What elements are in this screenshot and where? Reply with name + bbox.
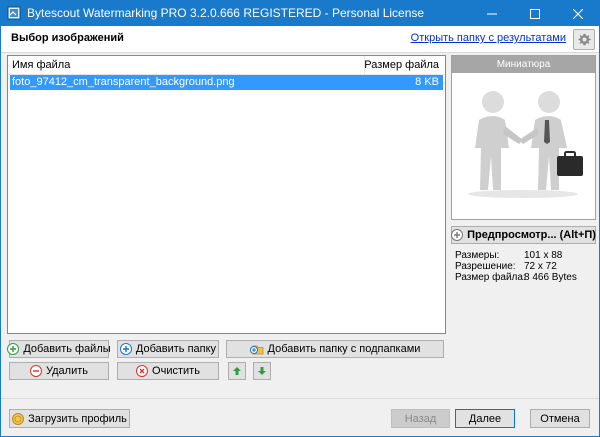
- plus-circle-icon: [119, 343, 132, 355]
- maximize-icon: [530, 8, 540, 19]
- next-button[interactable]: Далее: [455, 409, 515, 428]
- add-folder-label: Добавить папку: [135, 343, 217, 355]
- load-profile-button[interactable]: Загрузить профиль: [9, 409, 130, 428]
- app-window: Bytescout Watermarking PRO 3.2.0.666 REG…: [0, 0, 600, 437]
- property-label: Размеры:: [455, 250, 500, 261]
- table-row[interactable]: foto_97412_cm_transparent_background.png…: [10, 75, 443, 90]
- preview-icon: [451, 229, 464, 241]
- file-name-cell: foto_97412_cm_transparent_background.png: [12, 76, 235, 88]
- clear-label: Очистить: [152, 365, 200, 377]
- property-value: 72 x 72: [524, 261, 557, 272]
- maximize-button[interactable]: [514, 1, 556, 26]
- minus-circle-icon: [30, 365, 42, 377]
- column-header-filename[interactable]: Имя файла: [12, 59, 70, 71]
- watermark-app-icon: [7, 6, 21, 20]
- add-files-label: Добавить файлы: [23, 343, 111, 355]
- thumbnail-panel: Миниатюра: [451, 55, 596, 220]
- close-icon: [573, 8, 583, 19]
- move-down-button[interactable]: [253, 362, 271, 380]
- clear-button[interactable]: Очистить: [117, 362, 219, 380]
- load-profile-label: Загрузить профиль: [28, 412, 127, 425]
- preview-label: Предпросмотр... (Alt+П): [467, 229, 596, 241]
- add-folder-button[interactable]: Добавить папку: [117, 340, 219, 358]
- folder-plus-icon: [249, 345, 263, 355]
- step-header: Выбор изображений Открыть папку с резуль…: [1, 26, 599, 53]
- title-bar[interactable]: Bytescout Watermarking PRO 3.2.0.666 REG…: [1, 1, 599, 26]
- back-button[interactable]: Назад: [391, 409, 450, 428]
- back-label: Назад: [404, 412, 437, 425]
- cancel-label: Отмена: [540, 412, 580, 425]
- add-folder-with-subfolders-label: Добавить папку с подпапками: [267, 343, 421, 355]
- delete-label: Удалить: [46, 365, 88, 377]
- page-title: Выбор изображений: [11, 32, 124, 44]
- property-label: Размер файла:: [455, 272, 526, 283]
- close-button[interactable]: [557, 1, 599, 26]
- preview-button[interactable]: Предпросмотр... (Alt+П): [451, 226, 596, 244]
- thumbnail-title: Миниатюра: [452, 56, 595, 73]
- minimize-button[interactable]: [471, 1, 513, 26]
- cross-circle-icon: [136, 365, 149, 377]
- file-list-header: Имя файла Размер файла: [8, 56, 445, 75]
- gear-icon: [577, 33, 591, 46]
- coin-icon: [12, 412, 25, 425]
- property-value: 8 466 Bytes: [524, 272, 577, 283]
- add-files-button[interactable]: Добавить файлы: [7, 340, 111, 358]
- next-label: Далее: [468, 412, 502, 425]
- property-label: Разрешение:: [455, 261, 516, 272]
- plus-circle-icon: [7, 343, 20, 355]
- arrow-up-icon: [233, 367, 241, 375]
- arrow-down-icon: [258, 367, 266, 375]
- thumbnail-image: [468, 91, 583, 198]
- file-list[interactable]: Имя файла Размер файла foto_97412_cm_tra…: [7, 55, 446, 334]
- property-value: 101 x 88: [524, 250, 563, 261]
- window-title: Bytescout Watermarking PRO 3.2.0.666 REG…: [27, 6, 425, 20]
- move-up-button[interactable]: [228, 362, 246, 380]
- file-size-cell: 8 KB: [415, 76, 439, 88]
- delete-button[interactable]: Удалить: [9, 362, 109, 380]
- footer-divider: [1, 398, 599, 399]
- cancel-button[interactable]: Отмена: [530, 409, 590, 428]
- add-folder-with-subfolders-button[interactable]: Добавить папку с подпапками: [226, 340, 444, 358]
- minimize-icon: [487, 13, 497, 14]
- open-results-folder-link[interactable]: Открыть папку с результатами: [411, 32, 566, 44]
- settings-button[interactable]: [573, 29, 595, 50]
- column-header-filesize[interactable]: Размер файла: [364, 59, 439, 71]
